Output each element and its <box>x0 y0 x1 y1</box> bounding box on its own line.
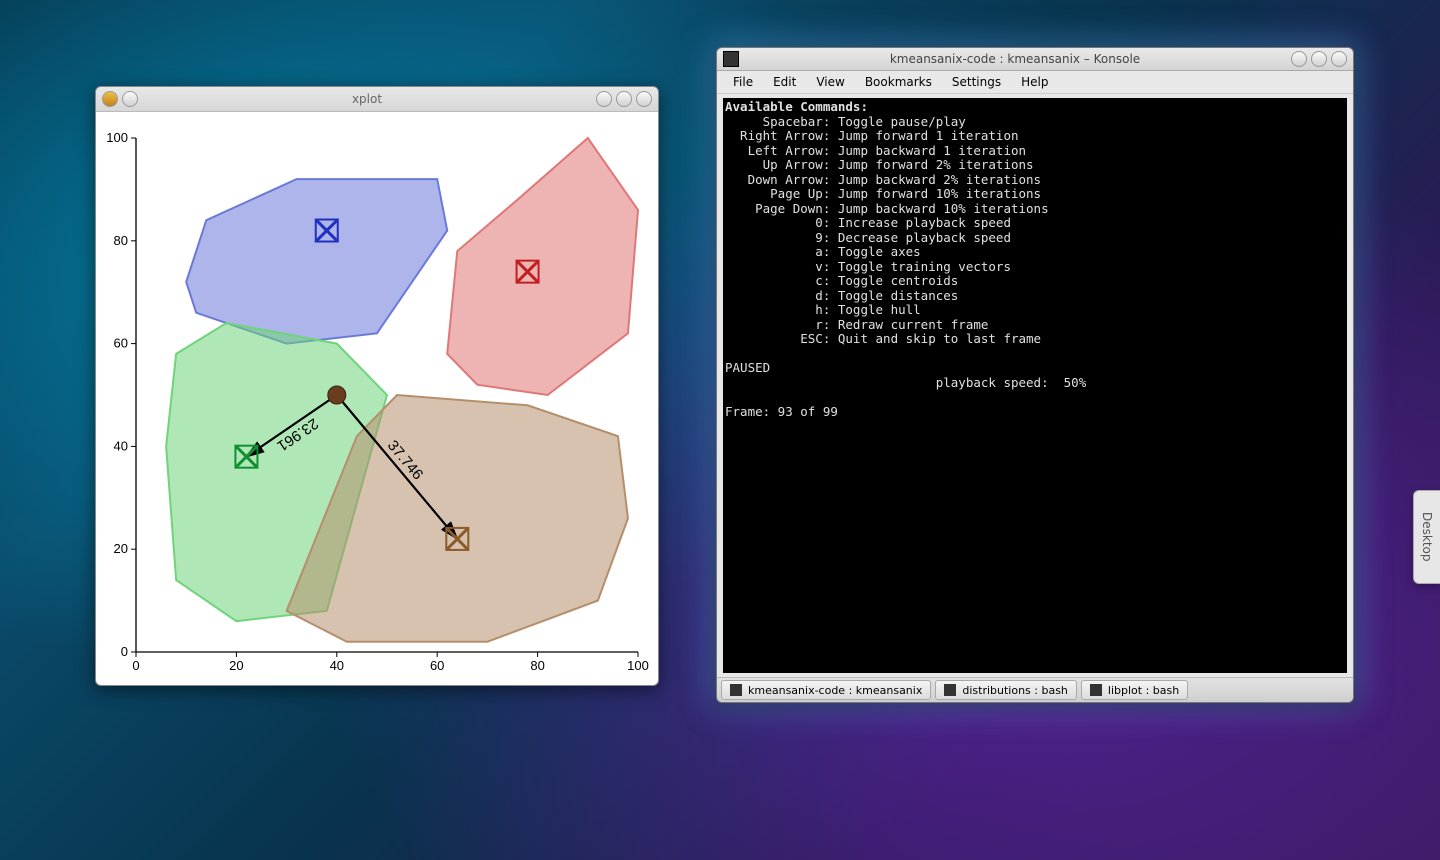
menu-settings[interactable]: Settings <box>942 73 1011 91</box>
hull-blue <box>186 179 447 343</box>
plot-area[interactable]: 02040608010002040608010023.96137.746 <box>96 112 658 686</box>
terminal-icon <box>730 684 742 696</box>
terminal-icon <box>1090 684 1102 696</box>
svg-text:60: 60 <box>430 658 444 673</box>
konsole-menubar[interactable]: FileEditViewBookmarksSettingsHelp <box>717 71 1353 94</box>
maximize-button[interactable] <box>616 91 632 107</box>
menu-edit[interactable]: Edit <box>763 73 806 91</box>
close-button[interactable] <box>636 91 652 107</box>
minimize-button[interactable] <box>596 91 612 107</box>
konsole-tab-label: distributions : bash <box>962 684 1068 697</box>
svg-text:0: 0 <box>121 644 128 659</box>
terminal-app-icon <box>723 51 739 67</box>
svg-text:60: 60 <box>114 336 128 351</box>
svg-text:80: 80 <box>114 233 128 248</box>
konsole-window[interactable]: kmeansanix-code : kmeansanix – Konsole F… <box>716 47 1354 703</box>
desktop-pager-tab[interactable]: Desktop <box>1413 490 1440 584</box>
menu-help[interactable]: Help <box>1011 73 1058 91</box>
window-shade-icon[interactable] <box>122 91 138 107</box>
maximize-button[interactable] <box>1311 51 1327 67</box>
svg-text:40: 40 <box>114 438 128 453</box>
menu-file[interactable]: File <box>723 73 763 91</box>
close-button[interactable] <box>1331 51 1347 67</box>
konsole-tab-2[interactable]: libplot : bash <box>1081 680 1188 700</box>
svg-text:40: 40 <box>330 658 344 673</box>
window-menu-icon[interactable] <box>102 91 118 107</box>
xplot-titlebar[interactable]: xplot <box>96 87 658 112</box>
menu-view[interactable]: View <box>806 73 854 91</box>
terminal-output[interactable]: Available Commands: Spacebar: Toggle pau… <box>723 98 1347 673</box>
hull-red <box>447 138 638 395</box>
konsole-tab-label: kmeansanix-code : kmeansanix <box>748 684 922 697</box>
konsole-tab-1[interactable]: distributions : bash <box>935 680 1077 700</box>
konsole-tab-0[interactable]: kmeansanix-code : kmeansanix <box>721 680 931 700</box>
menu-bookmarks[interactable]: Bookmarks <box>855 73 942 91</box>
konsole-title: kmeansanix-code : kmeansanix – Konsole <box>739 52 1291 66</box>
konsole-tab-label: libplot : bash <box>1108 684 1179 697</box>
svg-text:20: 20 <box>229 658 243 673</box>
konsole-titlebar[interactable]: kmeansanix-code : kmeansanix – Konsole <box>717 48 1353 71</box>
svg-text:0: 0 <box>132 658 139 673</box>
svg-text:100: 100 <box>106 130 128 145</box>
terminal-icon <box>944 684 956 696</box>
konsole-tabbar[interactable]: kmeansanix-code : kmeansanix distribution… <box>717 677 1353 702</box>
svg-text:100: 100 <box>627 658 649 673</box>
plot-svg: 02040608010002040608010023.96137.746 <box>96 112 658 686</box>
minimize-button[interactable] <box>1291 51 1307 67</box>
svg-text:20: 20 <box>114 541 128 556</box>
svg-text:80: 80 <box>530 658 544 673</box>
xplot-title: xplot <box>138 92 596 106</box>
query-point <box>328 386 346 404</box>
xplot-window[interactable]: xplot 02040608010002040608010023.96137.7… <box>95 86 659 686</box>
